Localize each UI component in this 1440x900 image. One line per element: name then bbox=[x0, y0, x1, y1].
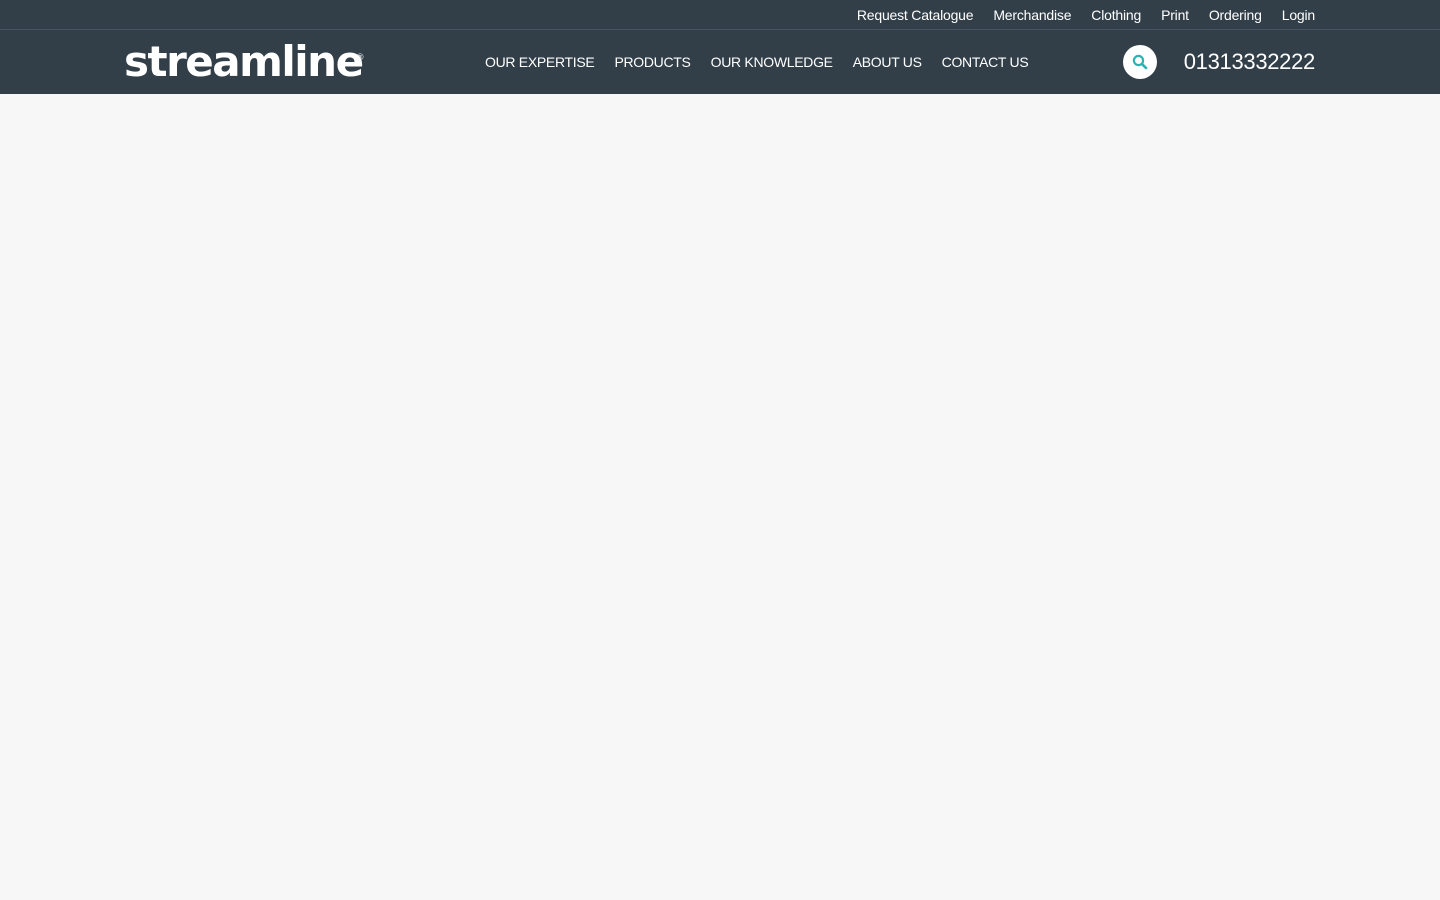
registered-mark: ® bbox=[355, 53, 365, 63]
utility-link-ordering[interactable]: Ordering bbox=[1209, 7, 1262, 23]
page-content bbox=[0, 94, 1440, 900]
utility-link-merchandise[interactable]: Merchandise bbox=[993, 7, 1071, 23]
utility-nav: Request Catalogue Merchandise Clothing P… bbox=[857, 0, 1315, 30]
utility-bar: Request Catalogue Merchandise Clothing P… bbox=[0, 0, 1440, 30]
utility-link-request-catalogue[interactable]: Request Catalogue bbox=[857, 7, 974, 23]
nav-our-expertise[interactable]: OUR EXPERTISE bbox=[485, 54, 595, 70]
nav-our-knowledge[interactable]: OUR KNOWLEDGE bbox=[711, 54, 833, 70]
logo-text: streamline bbox=[124, 37, 364, 86]
utility-link-clothing[interactable]: Clothing bbox=[1091, 7, 1141, 23]
nav-contact-us[interactable]: CONTACT US bbox=[942, 54, 1029, 70]
search-button[interactable] bbox=[1123, 45, 1157, 79]
main-header: streamline ® OUR EXPERTISE PRODUCTS OUR … bbox=[0, 30, 1440, 94]
utility-link-print[interactable]: Print bbox=[1161, 7, 1189, 23]
search-icon bbox=[1132, 54, 1148, 70]
phone-number[interactable]: 01313332222 bbox=[1184, 30, 1316, 94]
utility-link-login[interactable]: Login bbox=[1282, 7, 1315, 23]
site-logo[interactable]: streamline ® bbox=[124, 41, 365, 83]
logo-wordmark: streamline ® bbox=[124, 41, 365, 83]
nav-products[interactable]: PRODUCTS bbox=[614, 54, 690, 70]
primary-nav: OUR EXPERTISE PRODUCTS OUR KNOWLEDGE ABO… bbox=[485, 30, 1029, 94]
nav-about-us[interactable]: ABOUT US bbox=[853, 54, 922, 70]
